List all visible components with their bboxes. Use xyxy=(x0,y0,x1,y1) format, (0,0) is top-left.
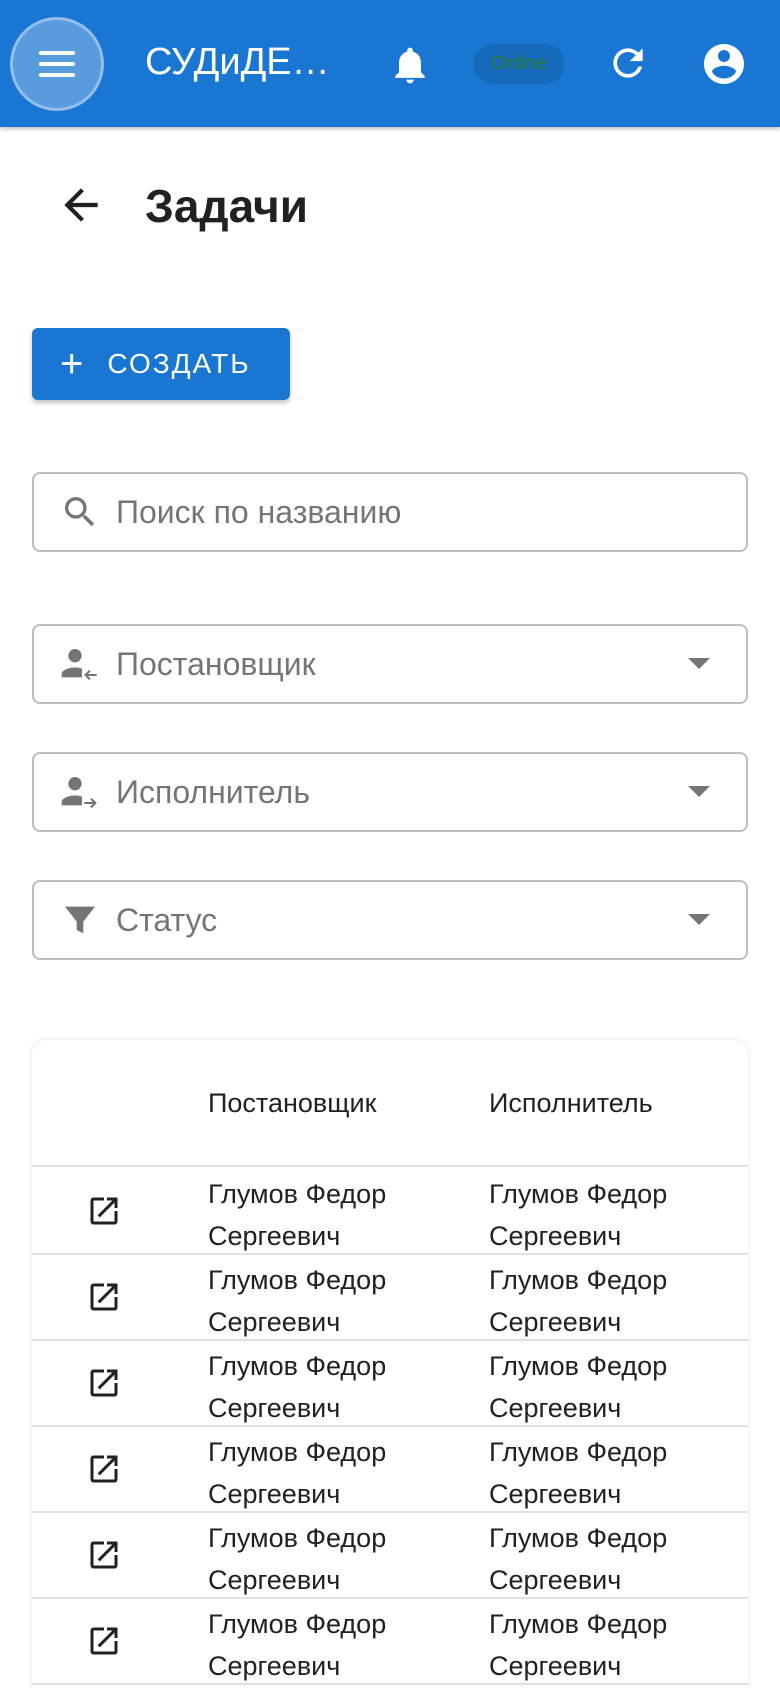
author-name-line: Сергеевич xyxy=(208,1651,341,1681)
author-cell: Глумов Федор Сергеевич xyxy=(208,1603,468,1687)
status-select-label: Статус xyxy=(116,901,218,938)
assignee-name-line: Глумов Федор xyxy=(489,1265,668,1295)
author-cell: Глумов Федор Сергеевич xyxy=(208,1173,468,1257)
create-button-label: СОЗДАТЬ xyxy=(107,348,251,379)
assignee-name-line: Глумов Федор xyxy=(489,1179,668,1209)
chevron-down-icon xyxy=(688,914,710,925)
arrow-left-icon[interactable] xyxy=(56,180,106,230)
assignee-name-line: Сергеевич xyxy=(489,1479,622,1509)
account-circle-icon[interactable] xyxy=(700,40,748,88)
open-in-new-icon[interactable] xyxy=(86,1279,122,1315)
open-in-new-icon[interactable] xyxy=(86,1451,122,1487)
assignee-cell: Глумов Федор Сергеевич xyxy=(489,1345,748,1429)
app-bar: СУДиДЕ… Online xyxy=(0,0,780,127)
table-row: Глумов Федор Сергеевич Глумов Федор Сергеев… xyxy=(32,1169,748,1255)
table-row: Глумов Федор Сергеевич Глумов Федор Сергеев… xyxy=(32,1599,748,1685)
author-select-label: Постановщик xyxy=(116,645,316,682)
refresh-icon[interactable] xyxy=(606,40,650,86)
author-name-line: Глумов Федор xyxy=(208,1437,387,1467)
filter-icon xyxy=(65,906,95,934)
table-row: Глумов Федор Сергеевич Глумов Федор Сергеев… xyxy=(32,1341,748,1427)
assignee-name-line: Сергеевич xyxy=(489,1565,622,1595)
search-input[interactable] xyxy=(116,493,676,531)
author-name-line: Глумов Федор xyxy=(208,1179,387,1209)
tasks-table: Постановщик Исполнитель Глумов Федор Серг… xyxy=(32,1040,748,1688)
column-header-assignee[interactable]: Исполнитель xyxy=(489,1088,653,1119)
chevron-down-icon xyxy=(688,658,710,669)
author-name-line: Глумов Федор xyxy=(208,1351,387,1381)
assignee-name-line: Сергеевич xyxy=(489,1651,622,1681)
search-icon xyxy=(65,497,95,527)
assignee-cell: Глумов Федор Сергеевич xyxy=(489,1517,748,1601)
page-title: Задачи xyxy=(145,180,309,232)
open-in-new-icon[interactable] xyxy=(86,1623,122,1659)
menu-button[interactable] xyxy=(10,17,104,111)
assignee-cell: Глумов Федор Сергеевич xyxy=(489,1431,748,1515)
column-header-author[interactable]: Постановщик xyxy=(208,1088,376,1119)
author-select[interactable]: Постановщик xyxy=(32,624,748,704)
assignee-name-line: Сергеевич xyxy=(489,1393,622,1423)
author-cell: Глумов Федор Сергеевич xyxy=(208,1259,468,1343)
table-row: Глумов Федор Сергеевич Глумов Федор Сергеев… xyxy=(32,1427,748,1513)
status-select[interactable]: Статус xyxy=(32,880,748,960)
assignee-cell: Глумов Федор Сергеевич xyxy=(489,1173,748,1257)
assignee-name-line: Глумов Федор xyxy=(489,1437,668,1467)
menu-icon xyxy=(39,51,75,77)
assignee-name-line: Сергеевич xyxy=(489,1307,622,1337)
table-row: Глумов Федор Сергеевич Глумов Федор Сергеев… xyxy=(32,1513,748,1599)
person-outgoing-icon xyxy=(61,777,97,809)
open-in-new-icon[interactable] xyxy=(86,1537,122,1573)
author-name-line: Глумов Федор xyxy=(208,1523,387,1553)
person-incoming-icon xyxy=(61,649,97,681)
bell-icon[interactable] xyxy=(388,42,432,88)
author-cell: Глумов Федор Сергеевич xyxy=(208,1345,468,1429)
assignee-name-line: Глумов Федор xyxy=(489,1351,668,1381)
author-name-line: Глумов Федор xyxy=(208,1609,387,1639)
assignee-name-line: Глумов Федор xyxy=(489,1523,668,1553)
author-name-line: Сергеевич xyxy=(208,1479,341,1509)
assignee-select[interactable]: Исполнитель xyxy=(32,752,748,832)
author-name-line: Сергеевич xyxy=(208,1307,341,1337)
assignee-name-line: Глумов Федор xyxy=(489,1609,668,1639)
author-name-line: Глумов Федор xyxy=(208,1265,387,1295)
status-badge: Online xyxy=(473,44,565,84)
author-cell: Глумов Федор Сергеевич xyxy=(208,1431,468,1515)
plus-icon: + xyxy=(60,342,84,386)
author-name-line: Сергеевич xyxy=(208,1393,341,1423)
create-button[interactable]: + СОЗДАТЬ xyxy=(32,328,290,400)
assignee-select-label: Исполнитель xyxy=(116,773,311,810)
chevron-down-icon xyxy=(688,786,710,797)
table-header: Постановщик Исполнитель xyxy=(32,1040,748,1167)
search-field[interactable] xyxy=(32,472,748,552)
assignee-cell: Глумов Федор Сергеевич xyxy=(489,1259,748,1343)
assignee-cell: Глумов Федор Сергеевич xyxy=(489,1603,748,1687)
author-name-line: Сергеевич xyxy=(208,1565,341,1595)
table-row: Глумов Федор Сергеевич Глумов Федор Сергеев… xyxy=(32,1255,748,1341)
author-cell: Глумов Федор Сергеевич xyxy=(208,1517,468,1601)
author-name-line: Сергеевич xyxy=(208,1221,341,1251)
open-in-new-icon[interactable] xyxy=(86,1193,122,1229)
app-title: СУДиДЕ… xyxy=(145,41,330,83)
open-in-new-icon[interactable] xyxy=(86,1365,122,1401)
assignee-name-line: Сергеевич xyxy=(489,1221,622,1251)
